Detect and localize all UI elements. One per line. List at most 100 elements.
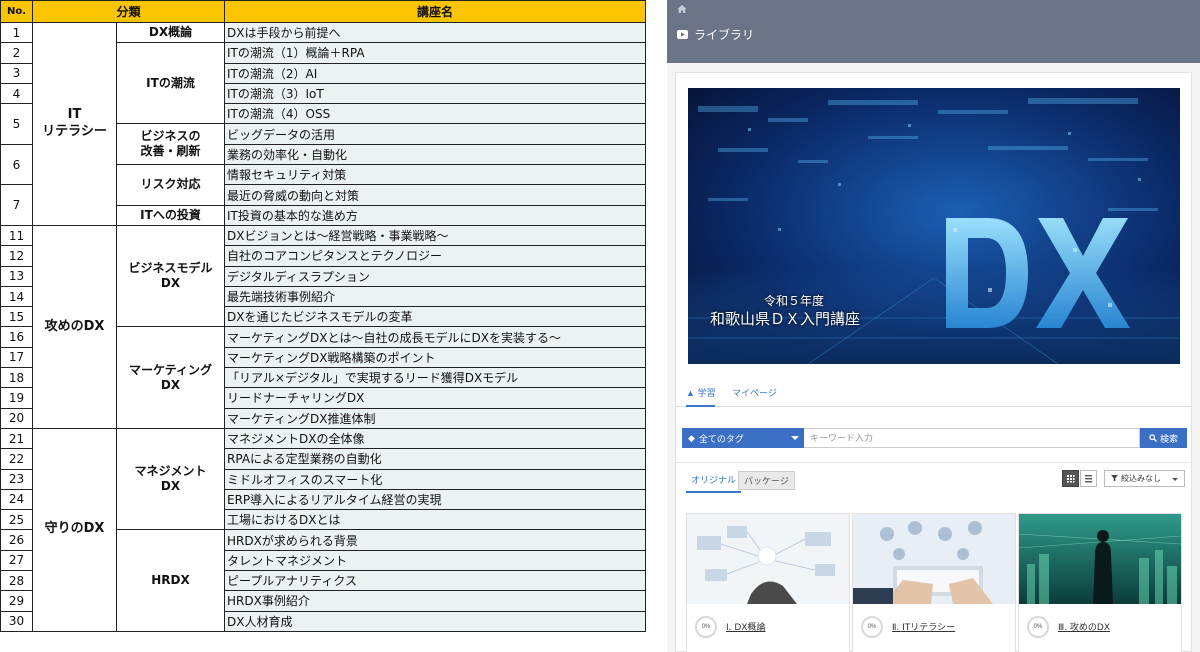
tag-icon: ◆ xyxy=(688,432,695,443)
content-subbar: オリジナル パッケージ 絞込みなし xyxy=(676,462,1191,493)
curriculum-table: No. 分類 講座名 1 IT リテラシー DX概論 DXは手段から前提へ 2 ITの潮流… xyxy=(0,0,647,632)
list-icon xyxy=(1085,475,1092,483)
home-icon[interactable] xyxy=(677,4,687,14)
table-row: 11 攻めのDX ビジネスモデル DX DXビジョンとは～経営戦略・事業戦略～ xyxy=(0,224,647,429)
row-number: 12 xyxy=(0,245,33,267)
row-number: 21 xyxy=(0,427,33,450)
header-category: 分類 xyxy=(31,0,226,23)
course-name: 最先端技術事例紹介 xyxy=(224,285,647,308)
course-card-3[interactable]: 0% Ⅲ. 攻めのDX xyxy=(1018,513,1182,652)
header-no: No. xyxy=(0,0,33,23)
course-name: DXビジョンとは～経営戦略・事業戦略～ xyxy=(224,224,647,247)
row-number: 16 xyxy=(0,326,33,348)
course-name: ピープルアナリティクス xyxy=(224,570,647,592)
caret-down-icon xyxy=(791,436,799,440)
row-number: 23 xyxy=(0,468,33,490)
graduation-cap-icon: ▲ xyxy=(686,388,695,398)
row-number: 22 xyxy=(0,448,33,470)
search-icon xyxy=(1149,434,1157,442)
progress-ring: 0% xyxy=(695,616,717,638)
filter-icon xyxy=(1111,475,1118,482)
row-number: 28 xyxy=(0,570,33,592)
course-name: 最近の脅威の動向と対策 xyxy=(224,184,647,206)
course-name: HRDX事例紹介 xyxy=(224,590,647,612)
row-number: 1 xyxy=(0,21,33,44)
category-major: IT リテラシー xyxy=(32,22,117,226)
row-number: 13 xyxy=(0,265,33,287)
card-title[interactable]: Ⅱ. ITリテラシー xyxy=(892,620,955,633)
course-name: IT投資の基本的な進め方 xyxy=(224,204,647,226)
search-bar: ◆ 全てのタグ 検索 xyxy=(682,428,1187,448)
table-header-row: No. 分類 講座名 xyxy=(0,0,647,23)
category-minor: リスク対応 xyxy=(115,164,226,206)
library-app: ライブラリ 令和５年度 和歌山県ＤＸ入門講座 ▲ 学習 マイページ ◆ 全てのタ… xyxy=(667,0,1200,652)
course-name: デジタルディスラプション xyxy=(224,265,647,287)
curriculum-table-panel: No. 分類 講座名 1 IT リテラシー DX概論 DXは手段から前提へ 2 ITの潮流… xyxy=(0,0,647,652)
grid-icon xyxy=(1067,475,1075,483)
course-name: リードナーチャリングDX xyxy=(224,387,647,409)
list-view-button[interactable] xyxy=(1080,470,1097,487)
subtab-original[interactable]: オリジナル xyxy=(686,471,742,493)
table-row: 21 守りのDX マネジメント DX マネジメントDXの全体像 xyxy=(0,427,647,632)
card-thumbnail xyxy=(687,514,849,604)
subtab-package[interactable]: パッケージ xyxy=(738,471,795,490)
course-name: ミドルオフィスのスマート化 xyxy=(224,468,647,490)
tab-mypage[interactable]: マイページ xyxy=(732,386,777,399)
category-minor: マネジメント DX xyxy=(115,427,226,531)
library-title[interactable]: ライブラリ xyxy=(677,26,754,43)
course-name: DX人材育成 xyxy=(224,610,647,632)
search-button[interactable]: 検索 xyxy=(1140,428,1187,448)
category-minor: ビジネスの 改善・刷新 xyxy=(115,123,226,166)
row-number: 3 xyxy=(0,62,33,84)
row-number: 4 xyxy=(0,82,33,105)
library-title-label: ライブラリ xyxy=(694,28,755,42)
course-name: DXを通じたビジネスモデルの変革 xyxy=(224,306,647,328)
course-name: 「リアル×デジタル」で実現するリード獲得DXモデル xyxy=(224,367,647,389)
row-number: 17 xyxy=(0,346,33,369)
course-name: ITの潮流（1）概論＋RPA xyxy=(224,42,647,64)
course-banner: 令和５年度 和歌山県ＤＸ入門講座 xyxy=(688,88,1180,364)
category-minor: ビジネスモデル DX xyxy=(115,224,226,328)
course-card-1[interactable]: 0% Ⅰ. DX概論 xyxy=(686,513,850,652)
course-name: ビッグデータの活用 xyxy=(224,123,647,145)
filter-dropdown[interactable]: 絞込みなし xyxy=(1104,470,1185,487)
card-title[interactable]: Ⅲ. 攻めのDX xyxy=(1058,620,1110,633)
tab-learning[interactable]: ▲ 学習 xyxy=(686,386,716,407)
row-number: 15 xyxy=(0,306,33,328)
course-name: RPAによる定型業務の自動化 xyxy=(224,448,647,470)
row-number: 20 xyxy=(0,407,33,429)
row-number: 27 xyxy=(0,549,33,572)
course-name: DXは手段から前提へ xyxy=(224,21,647,44)
category-minor: HRDX xyxy=(115,529,226,632)
grid-view-button[interactable] xyxy=(1062,470,1079,487)
main-tabs: ▲ 学習 マイページ xyxy=(676,380,1191,407)
row-number: 25 xyxy=(0,509,33,531)
course-name: ITの潮流（2）AI xyxy=(224,62,647,84)
category-minor: ITの潮流 xyxy=(115,42,226,125)
category-major: 守りのDX xyxy=(32,427,117,632)
course-card-2[interactable]: 0% Ⅱ. ITリテラシー xyxy=(852,513,1016,652)
progress-ring: 0% xyxy=(861,616,883,638)
row-number: 5 xyxy=(0,103,33,145)
course-name: マネジメントDXの全体像 xyxy=(224,427,647,450)
keyword-input[interactable] xyxy=(804,428,1140,448)
row-number: 2 xyxy=(0,42,33,64)
course-name: ITの潮流（3）IoT xyxy=(224,82,647,105)
table-row: 1 IT リテラシー DX概論 DXは手段から前提へ xyxy=(0,21,647,226)
content-panel: 令和５年度 和歌山県ＤＸ入門講座 ▲ 学習 マイページ ◆ 全てのタグ キーワー… xyxy=(675,72,1192,652)
course-name: ITの潮流（4）OSS xyxy=(224,103,647,125)
card-thumbnail xyxy=(853,514,1015,604)
course-name: 業務の効率化・自動化 xyxy=(224,143,647,166)
tag-select[interactable]: ◆ 全てのタグ xyxy=(682,428,804,448)
category-minor: DX概論 xyxy=(115,21,226,44)
course-name: タレントマネジメント xyxy=(224,549,647,572)
category-minor: ITへの投資 xyxy=(115,204,226,226)
card-title[interactable]: Ⅰ. DX概論 xyxy=(726,620,765,633)
banner-title: 和歌山県ＤＸ入門講座 xyxy=(710,310,861,328)
course-name: HRDXが求められる背景 xyxy=(224,529,647,551)
row-number: 18 xyxy=(0,367,33,389)
row-number: 6 xyxy=(0,143,33,186)
play-icon xyxy=(677,30,688,39)
row-number: 26 xyxy=(0,529,33,551)
banner-subtitle: 令和５年度 xyxy=(764,294,825,308)
